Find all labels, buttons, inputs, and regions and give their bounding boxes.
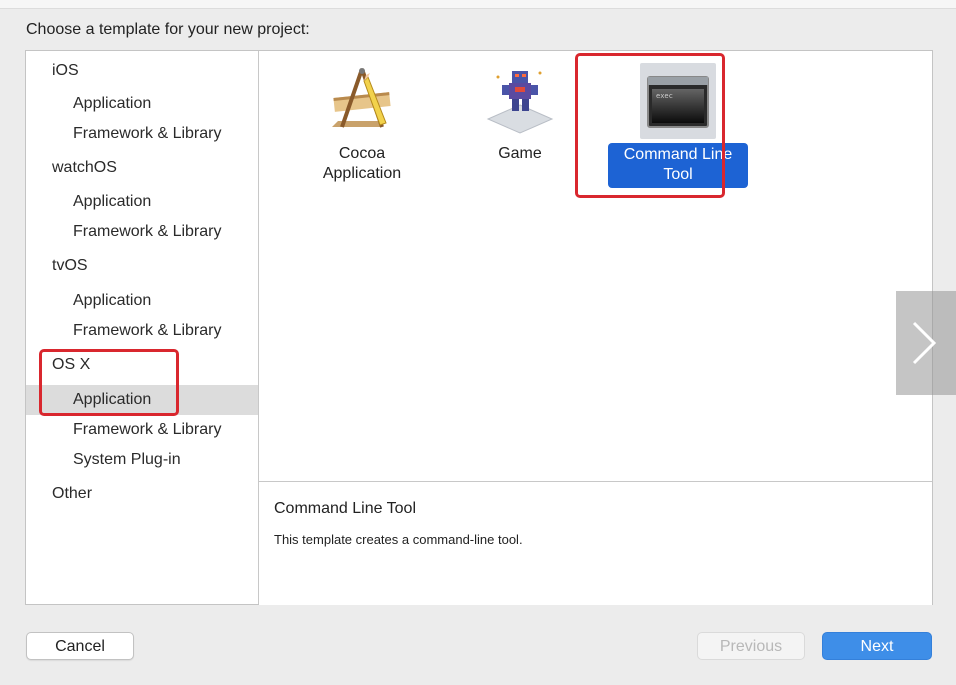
template-command-line-tool[interactable]: exec Command Line Tool bbox=[603, 51, 753, 191]
cancel-button[interactable]: Cancel bbox=[26, 632, 134, 660]
chevron-right-icon bbox=[912, 321, 937, 365]
sidebar-item-ios-framework-library[interactable]: Framework & Library bbox=[26, 119, 258, 149]
sidebar-category-other[interactable]: Other bbox=[26, 479, 258, 509]
sidebar-category-ios: iOS bbox=[52, 62, 79, 79]
template-chooser-panel: iOS Application Framework & Library watc… bbox=[25, 50, 933, 605]
sidebar-item-osx-framework-library[interactable]: Framework & Library bbox=[26, 415, 258, 445]
sidebar-item-osx-system-plugin[interactable]: System Plug-in bbox=[26, 445, 258, 475]
description-text: This template creates a command-line too… bbox=[274, 532, 523, 547]
sidebar-item-watchos-application[interactable]: Application bbox=[26, 187, 258, 217]
sidebar-item-osx-application[interactable]: Application bbox=[26, 385, 258, 415]
description-title: Command Line Tool bbox=[274, 500, 417, 517]
template-label: Game bbox=[498, 145, 542, 162]
sidebar-item-tvos-application[interactable]: Application bbox=[26, 286, 258, 316]
template-game[interactable]: Game bbox=[445, 51, 595, 191]
next-slide-arrow[interactable] bbox=[896, 291, 956, 395]
template-description: Command Line Tool This template creates … bbox=[259, 481, 932, 605]
template-cocoa-application[interactable]: Cocoa Application bbox=[287, 51, 437, 191]
sidebar-item-tvos-framework-library[interactable]: Framework & Library bbox=[26, 316, 258, 346]
game-icon bbox=[482, 63, 558, 139]
template-grid: Cocoa Application Game exec Command Line… bbox=[259, 51, 932, 481]
sidebar-category-watchos: watchOS bbox=[52, 159, 117, 176]
window-top-edge bbox=[0, 0, 956, 9]
platform-sidebar: iOS Application Framework & Library watc… bbox=[26, 51, 259, 604]
template-label: Command Line Tool bbox=[608, 143, 748, 188]
next-button[interactable]: Next bbox=[822, 632, 932, 660]
sidebar-category-osx: OS X bbox=[52, 356, 91, 373]
previous-button[interactable]: Previous bbox=[697, 632, 805, 660]
cocoa-app-icon bbox=[324, 63, 400, 139]
sidebar-category-tvos: tvOS bbox=[52, 257, 88, 274]
dialog-prompt: Choose a template for your new project: bbox=[26, 21, 310, 38]
terminal-icon: exec bbox=[640, 63, 716, 139]
sidebar-item-watchos-framework-library[interactable]: Framework & Library bbox=[26, 217, 258, 247]
template-label: Cocoa Application bbox=[322, 145, 402, 182]
sidebar-item-ios-application[interactable]: Application bbox=[26, 89, 258, 119]
